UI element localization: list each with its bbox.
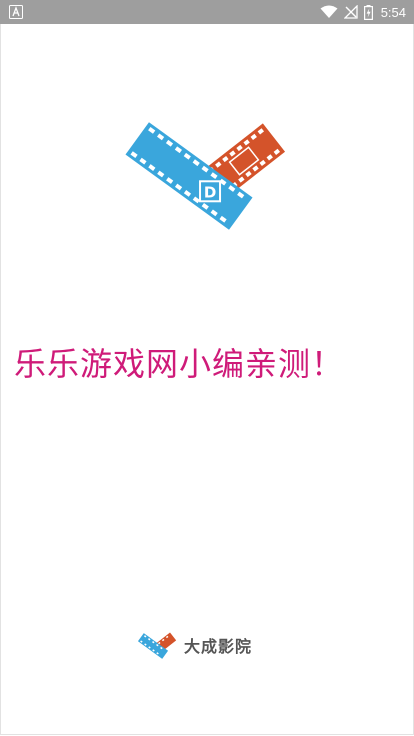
film-heart-logo: D	[125, 122, 286, 230]
brand-name: 大成影院	[184, 637, 253, 656]
wifi-icon	[320, 5, 338, 18]
status-time: 5:54	[380, 4, 406, 20]
brand-footer: 大成影院	[138, 631, 252, 659]
brand-logo-icon	[138, 632, 177, 659]
signal-off-icon	[343, 5, 358, 19]
status-icons: 5:54	[320, 0, 406, 24]
battery-charging-icon	[363, 4, 373, 20]
a-notification-icon	[9, 5, 23, 19]
logo-letter: D	[204, 183, 216, 201]
splash-screen: D 乐乐游戏网小编亲测！ 大成影院	[0, 24, 414, 735]
promo-text: 乐乐游戏网小编亲测！	[14, 345, 345, 383]
status-bar: 5:54	[0, 0, 414, 24]
